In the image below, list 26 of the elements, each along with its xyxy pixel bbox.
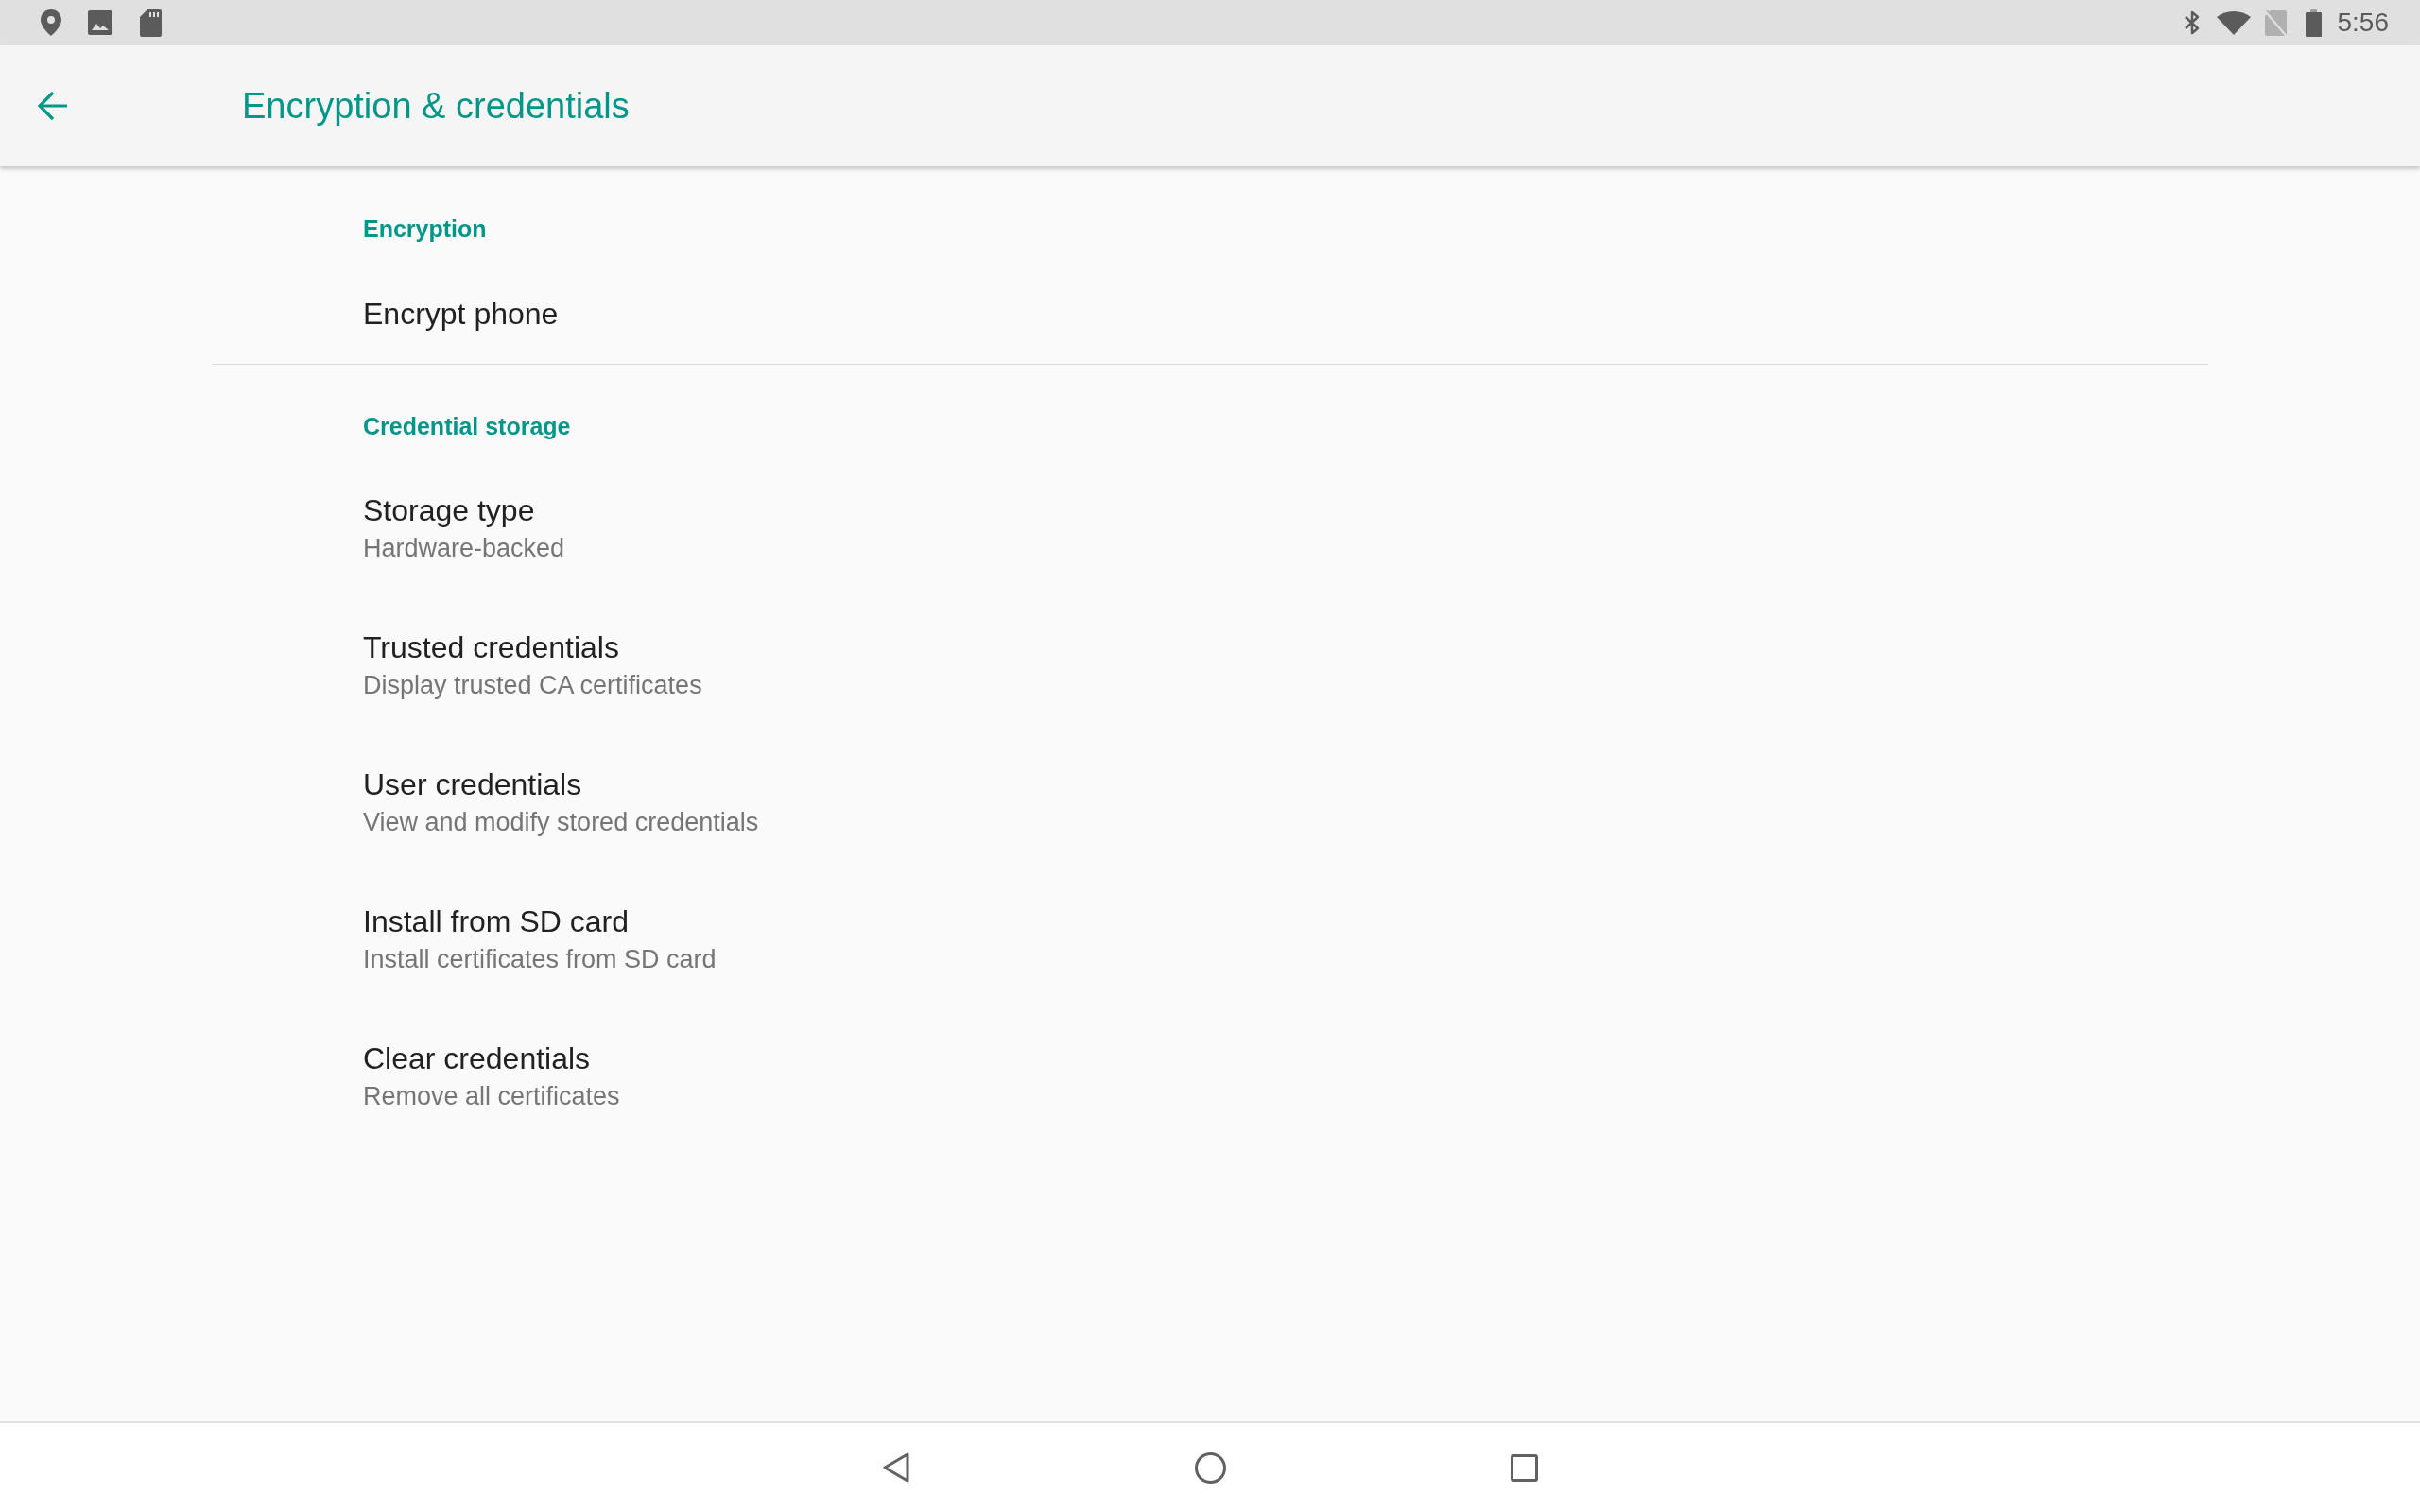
setting-summary: Display trusted CA certificates — [363, 670, 702, 700]
back-triangle-icon[interactable] — [882, 1452, 909, 1483]
setting-title[interactable]: Clear credentials — [363, 1041, 591, 1075]
setting-title[interactable]: Encrypt phone — [363, 297, 559, 331]
home-circle-icon[interactable] — [1194, 1452, 1226, 1484]
setting-title[interactable]: User credentials — [363, 767, 582, 801]
recents-square-icon[interactable] — [1510, 1453, 1538, 1482]
sd-card-icon — [140, 9, 162, 37]
section-header: Encryption — [363, 215, 487, 244]
setting-title[interactable]: Trusted credentials — [363, 630, 619, 664]
image-icon — [88, 10, 112, 35]
section-header: Credential storage — [363, 412, 571, 441]
setting-summary: Hardware-backed — [363, 533, 565, 563]
setting-summary: Install certificates from SD card — [363, 944, 717, 974]
bluetooth-icon — [2183, 10, 2201, 35]
back-arrow-icon[interactable] — [38, 91, 68, 121]
setting-summary: Remove all certificates — [363, 1081, 620, 1111]
page-title: Encryption & credentials — [242, 85, 630, 128]
location-pin-icon — [41, 9, 61, 36]
wifi-icon — [2216, 10, 2251, 35]
battery-icon — [2305, 9, 2322, 37]
setting-title[interactable]: Install from SD card — [363, 904, 629, 938]
clock-time: 5:56 — [2337, 8, 2389, 38]
setting-title[interactable]: Storage type — [363, 493, 535, 527]
crossed-sim-card-icon — [2264, 9, 2287, 36]
setting-summary: View and modify stored credentials — [363, 807, 759, 837]
